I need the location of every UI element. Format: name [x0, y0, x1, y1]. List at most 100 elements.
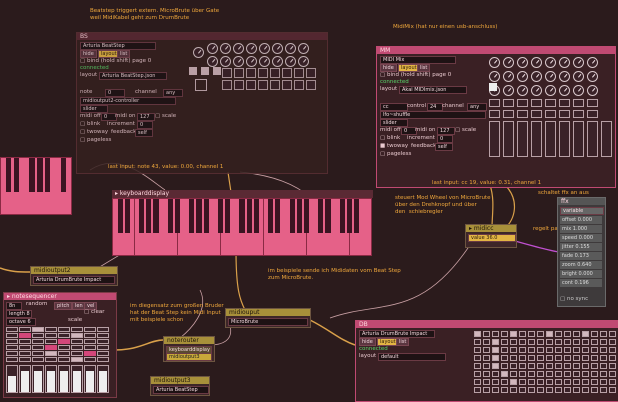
ns-step[interactable] [45, 333, 57, 338]
mm-fader[interactable] [587, 121, 598, 157]
black-key[interactable] [303, 199, 309, 233]
bs-pad[interactable] [270, 68, 280, 78]
mm-button[interactable] [531, 110, 542, 118]
bs-knob[interactable] [272, 43, 283, 54]
bs-knob[interactable] [285, 43, 296, 54]
black-key[interactable] [44, 158, 51, 192]
db-step[interactable] [537, 363, 544, 369]
db-step[interactable] [528, 339, 535, 345]
black-key[interactable] [225, 199, 231, 233]
db-step[interactable] [555, 347, 562, 353]
db-step[interactable] [573, 387, 580, 393]
black-key[interactable] [139, 199, 145, 233]
ns-step[interactable] [97, 357, 109, 362]
mm-fader[interactable] [559, 121, 570, 157]
mm-button[interactable] [489, 99, 500, 107]
black-key[interactable] [60, 158, 66, 192]
bs-play-pad[interactable] [195, 79, 207, 91]
mm-list-button[interactable]: list [417, 64, 431, 72]
db-step[interactable] [591, 331, 598, 337]
bs-pad[interactable] [246, 68, 256, 78]
mm-pageless-checkbox[interactable]: ▢ pageless [380, 151, 411, 158]
bs-pad[interactable] [246, 80, 256, 90]
ns-step[interactable] [71, 339, 83, 344]
db-step[interactable] [600, 331, 607, 337]
db-step[interactable] [546, 363, 553, 369]
mm-knob[interactable] [489, 57, 500, 68]
ns-step[interactable] [58, 339, 70, 344]
ns-step[interactable] [45, 345, 57, 350]
ns-velocity-bar[interactable] [97, 365, 109, 393]
db-device-select[interactable]: Arturia DrumBrute Impact [359, 330, 435, 338]
ns-clear-button[interactable]: ▢ clear [84, 309, 105, 316]
db-step[interactable] [573, 347, 580, 353]
db-step[interactable] [528, 379, 535, 385]
ns-step[interactable] [84, 345, 96, 350]
db-step[interactable] [501, 363, 508, 369]
mm-knob[interactable] [503, 85, 514, 96]
db-step[interactable] [492, 347, 499, 353]
bs-knob[interactable] [207, 43, 218, 54]
black-key[interactable] [203, 199, 209, 233]
db-step[interactable] [501, 331, 508, 337]
db-step[interactable] [474, 347, 481, 353]
mm-knob[interactable] [545, 57, 556, 68]
db-step[interactable] [528, 371, 535, 377]
db-step[interactable] [582, 347, 589, 353]
mm-button[interactable] [587, 99, 598, 107]
ns-step[interactable] [19, 327, 31, 332]
db-step[interactable] [501, 355, 508, 361]
black-key[interactable] [239, 199, 245, 233]
ns-velocity-bar[interactable] [71, 365, 83, 393]
db-step[interactable] [483, 387, 490, 393]
db-step[interactable] [510, 331, 517, 337]
db-step[interactable] [483, 379, 490, 385]
db-step[interactable] [600, 371, 607, 377]
ns-step[interactable] [84, 327, 96, 332]
ns-step[interactable] [84, 357, 96, 362]
bs-pad[interactable] [222, 68, 232, 78]
mm-button[interactable] [503, 110, 514, 118]
ns-velocity-bar[interactable] [45, 365, 57, 393]
db-step[interactable] [483, 371, 490, 377]
mm-increment-field[interactable]: 0 [437, 135, 453, 143]
db-step[interactable] [474, 355, 481, 361]
bs-store-pad[interactable] [213, 67, 221, 75]
db-step[interactable] [564, 355, 571, 361]
mm-knob[interactable] [531, 85, 542, 96]
ns-step[interactable] [19, 339, 31, 344]
black-key[interactable] [354, 199, 360, 233]
mm-knob[interactable] [517, 57, 528, 68]
bs-pad[interactable] [294, 68, 304, 78]
db-step[interactable] [582, 339, 589, 345]
db-step[interactable] [483, 339, 490, 345]
black-key[interactable] [339, 199, 345, 233]
bs-note-value[interactable]: 0 [105, 89, 125, 97]
black-key[interactable] [124, 199, 130, 233]
db-step[interactable] [528, 347, 535, 353]
ns-step[interactable] [6, 327, 18, 332]
db-step[interactable] [519, 331, 526, 337]
ns-step[interactable] [84, 333, 96, 338]
black-key[interactable] [253, 199, 259, 233]
midicc-node[interactable]: ▸ midicc value 36.0 [465, 224, 517, 248]
black-key[interactable] [318, 199, 324, 233]
ns-step[interactable] [71, 333, 83, 338]
keyboarddisplay[interactable] [112, 198, 372, 256]
black-key[interactable] [29, 158, 35, 192]
bs-mapping-field[interactable]: midioutput2-controller [80, 97, 176, 105]
black-key[interactable] [289, 199, 295, 233]
db-step[interactable] [474, 331, 481, 337]
db-step[interactable] [546, 387, 553, 393]
db-step[interactable] [474, 339, 481, 345]
mm-knob[interactable] [587, 85, 598, 96]
mm-button[interactable] [503, 99, 514, 107]
ns-step[interactable] [97, 327, 109, 332]
bs-knob[interactable] [246, 56, 257, 67]
db-step[interactable] [537, 379, 544, 385]
ns-velocity-bar[interactable] [19, 365, 31, 393]
black-key[interactable] [189, 199, 195, 233]
db-step[interactable] [483, 347, 490, 353]
db-step[interactable] [483, 331, 490, 337]
db-step[interactable] [492, 371, 499, 377]
